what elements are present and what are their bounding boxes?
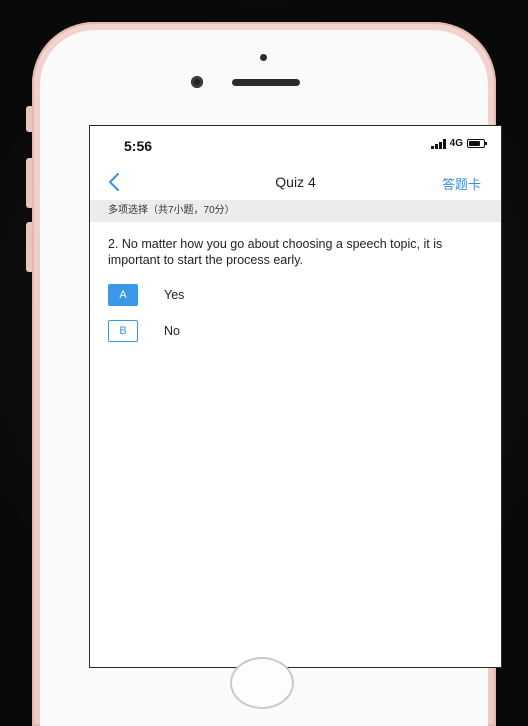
question-text: 2. No matter how you go about choosing a… xyxy=(108,237,443,267)
battery-icon xyxy=(467,139,487,148)
section-header: 多项选择（共7小题，70分） xyxy=(90,200,501,222)
option-b[interactable]: B No xyxy=(108,320,180,342)
option-b-letter: B xyxy=(108,320,138,342)
stage: 5:56 4G Quiz 4 答题卡 多项选择（共7小题，70分） 2. No … xyxy=(0,0,528,726)
answer-card-button[interactable]: 答题卡 xyxy=(442,174,481,193)
phone-frame: 5:56 4G Quiz 4 答题卡 多项选择（共7小题，70分） 2. No … xyxy=(32,22,502,726)
nav-bar: Quiz 4 答题卡 xyxy=(90,164,501,200)
status-time: 5:56 xyxy=(124,138,153,154)
front-camera-icon xyxy=(191,76,203,88)
network-type: 4G xyxy=(449,138,463,149)
status-bar: 5:56 4G xyxy=(90,126,501,164)
option-a-letter: A xyxy=(108,284,138,306)
proximity-sensor xyxy=(260,54,267,61)
status-indicators: 4G xyxy=(430,138,487,149)
signal-icon xyxy=(430,138,446,149)
phone-screen: 5:56 4G Quiz 4 答题卡 多项选择（共7小题，70分） 2. No … xyxy=(89,125,502,668)
home-button[interactable] xyxy=(230,657,294,709)
option-a-text: Yes xyxy=(164,288,185,302)
page-title: Quiz 4 xyxy=(275,174,316,190)
option-b-text: No xyxy=(164,324,180,338)
earpiece-speaker xyxy=(232,79,300,86)
option-a[interactable]: A Yes xyxy=(108,284,184,306)
